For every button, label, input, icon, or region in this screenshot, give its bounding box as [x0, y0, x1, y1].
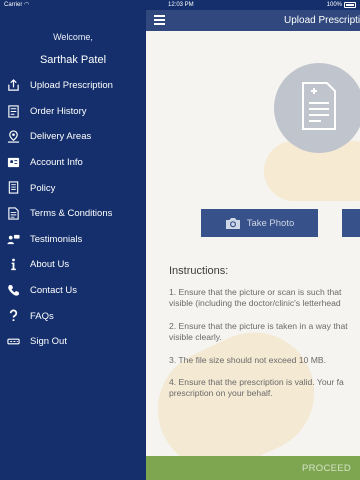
menu-item-label: Upload Prescription [30, 80, 113, 92]
info-icon [7, 258, 20, 271]
take-photo-button[interactable]: Take Photo [201, 209, 318, 237]
menu-item-account-info[interactable]: Account Info [0, 150, 146, 176]
menu-item-label: FAQs [30, 310, 54, 322]
menu-item-label: About Us [30, 259, 70, 271]
upload-icon [7, 79, 20, 92]
account-icon [7, 156, 20, 169]
navigation-bar: Upload Prescription [146, 10, 360, 31]
status-time: 12:03 PM [168, 2, 194, 8]
menu-item-label: Policy [30, 182, 56, 194]
instruction-line: prescription on your behalf. [169, 388, 273, 398]
menu-item-label: Contact Us [30, 285, 77, 297]
instruction-line: 1. Ensure that the picture or scan is su… [169, 287, 342, 297]
menu-item-contact-us[interactable]: Contact Us [0, 278, 146, 304]
menu-list: Upload Prescription Order History Delive… [0, 73, 146, 355]
menu-item-about-us[interactable]: About Us [0, 252, 146, 278]
status-bar: Carrier ◠ 12:03 PM 100% [0, 0, 360, 10]
take-photo-label: Take Photo [246, 217, 295, 229]
proceed-button[interactable]: PROCEED [146, 456, 360, 480]
instruction-line: visible clearly. [169, 332, 222, 342]
menu-item-policy[interactable]: Policy [0, 175, 146, 201]
menu-item-faqs[interactable]: FAQs [0, 303, 146, 329]
wifi-icon: ◠ [24, 2, 30, 8]
battery-icon [344, 2, 356, 8]
order-history-icon [7, 104, 20, 118]
instruction-line: visible (including the doctor/clinic's l… [169, 298, 341, 308]
upload-content: Take Photo Instructions: 1. Ensure that … [146, 31, 360, 480]
question-icon [7, 309, 20, 322]
menu-item-upload-prescription[interactable]: Upload Prescription [0, 73, 146, 99]
sign-out-icon [7, 335, 20, 348]
instruction-line: 4. Ensure that the prescription is valid… [169, 377, 344, 387]
instructions-title: Instructions: [169, 265, 229, 277]
testimonials-icon [7, 233, 20, 246]
menu-item-label: Sign Out [30, 336, 67, 348]
terms-icon [7, 207, 20, 220]
camera-icon [225, 218, 240, 229]
proceed-label: PROCEED [302, 463, 352, 474]
menu-item-order-history[interactable]: Order History [0, 99, 146, 125]
prescription-document-icon [274, 63, 360, 153]
location-icon [7, 130, 20, 143]
policy-icon [7, 181, 20, 195]
main-panel: Upload Prescription Take Photo Instructi… [146, 10, 360, 480]
welcome-text: Welcome, [53, 32, 93, 42]
menu-item-label: Terms & Conditions [30, 208, 113, 220]
hamburger-menu-icon[interactable] [154, 15, 165, 26]
menu-item-label: Order History [30, 105, 87, 117]
menu-item-testimonials[interactable]: Testimonials [0, 227, 146, 253]
choose-from-gallery-button[interactable] [342, 209, 360, 237]
menu-item-terms-conditions[interactable]: Terms & Conditions [0, 201, 146, 227]
page-title: Upload Prescription [284, 15, 360, 26]
menu-item-label: Account Info [30, 157, 83, 169]
menu-item-sign-out[interactable]: Sign Out [0, 329, 146, 355]
side-menu: Welcome, Sarthak Patel Upload Prescripti… [0, 10, 146, 480]
menu-item-label: Delivery Areas [30, 131, 92, 143]
instruction-line: 3. The file size should not exceed 10 MB… [169, 355, 327, 365]
user-name: Sarthak Patel [39, 54, 107, 66]
instruction-line: 2. Ensure that the picture is taken in a… [169, 321, 348, 331]
carrier-label: Carrier [4, 2, 23, 8]
menu-item-label: Testimonials [30, 233, 83, 245]
menu-item-delivery-areas[interactable]: Delivery Areas [0, 124, 146, 150]
phone-icon [7, 284, 20, 297]
battery-percentage: 100% [326, 2, 342, 8]
